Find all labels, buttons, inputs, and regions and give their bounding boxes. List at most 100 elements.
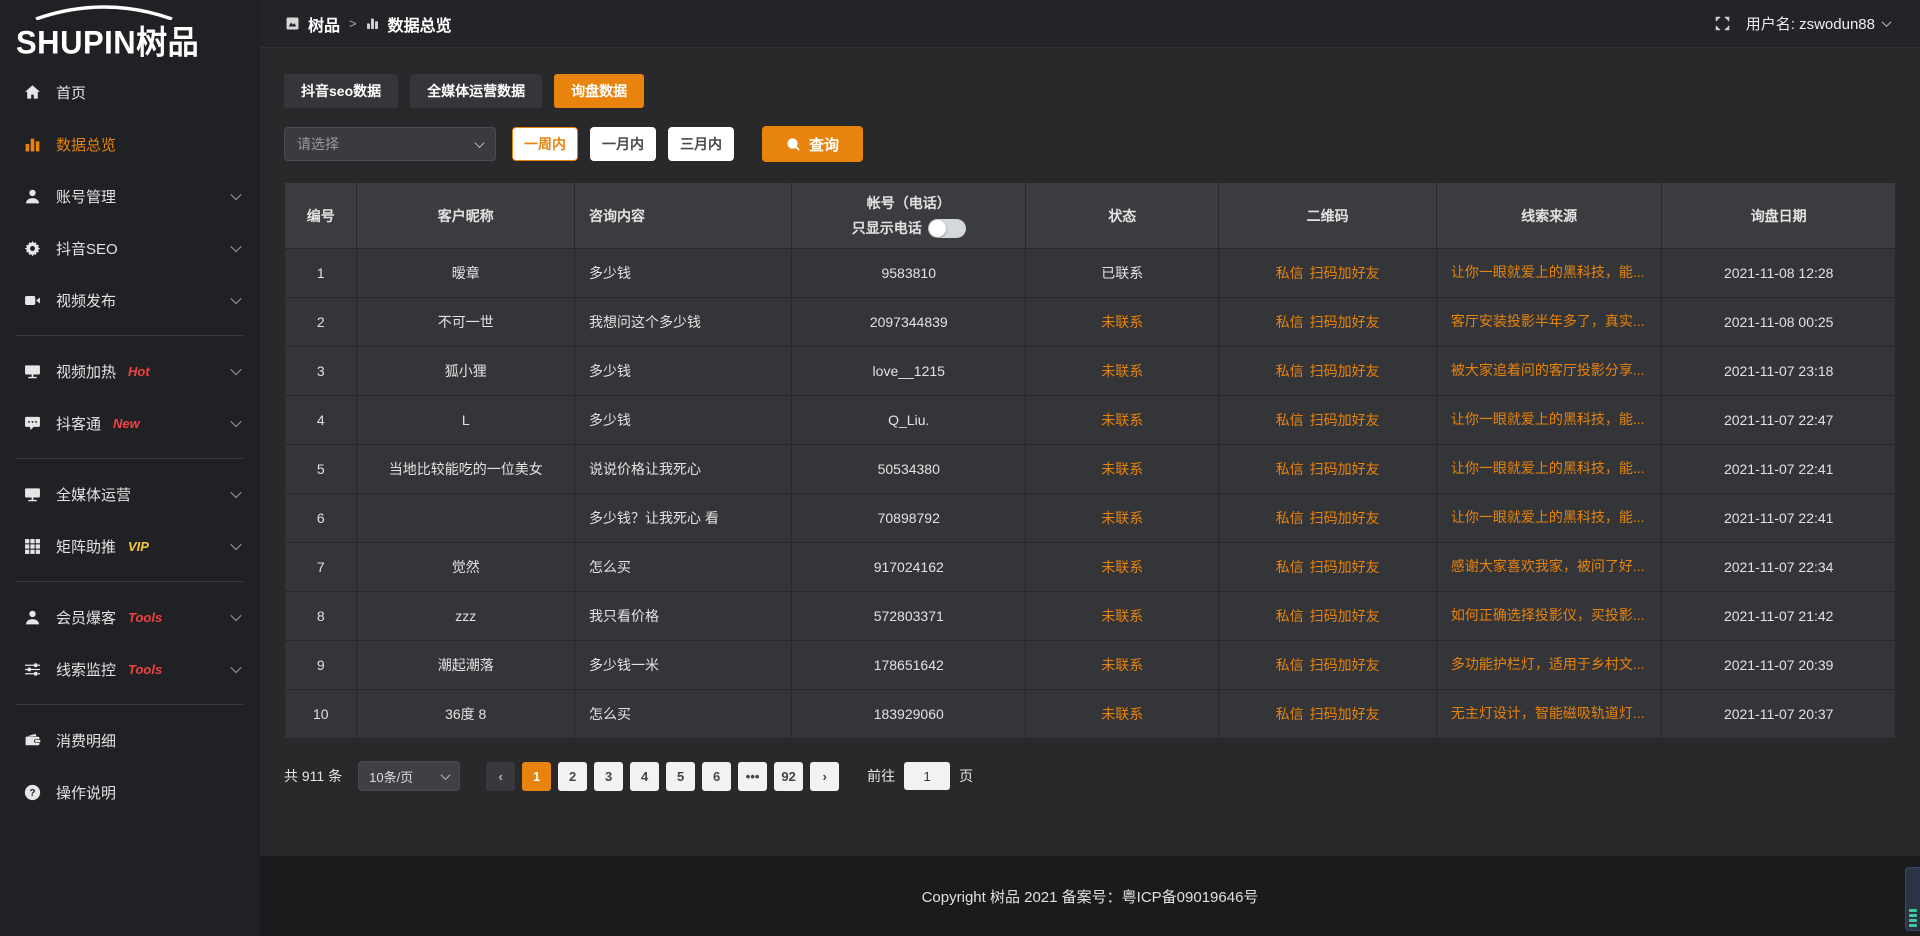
- qr-link[interactable]: 扫码加好友: [1310, 461, 1380, 477]
- column-header: 询盘日期: [1662, 183, 1896, 249]
- sidebar-item-account-management[interactable]: 账号管理: [0, 170, 260, 222]
- sidebar-item-douyin-seo[interactable]: 抖音SEO: [0, 222, 260, 274]
- qr-link[interactable]: 私信: [1276, 363, 1304, 379]
- qr-link[interactable]: 私信: [1276, 510, 1304, 526]
- source-link[interactable]: 让你一眼就爱上的黑科技，能...: [1451, 507, 1645, 527]
- page-button-92[interactable]: 92: [774, 762, 803, 791]
- sidebar-item-consumption-detail[interactable]: 消费明细: [0, 714, 260, 766]
- qr-link[interactable]: 扫码加好友: [1310, 314, 1380, 330]
- cell-status: 未联系: [1026, 641, 1219, 690]
- sidebar-item-lead-monitor[interactable]: 线索监控Tools: [0, 643, 260, 695]
- goto-page-input[interactable]: [904, 762, 950, 790]
- source-link[interactable]: 多功能护栏灯，适用于乡村文...: [1451, 654, 1645, 674]
- fullscreen-icon[interactable]: [1715, 16, 1730, 31]
- sidebar-item-media-operation[interactable]: 全媒体运营: [0, 468, 260, 520]
- qr-link[interactable]: 扫码加好友: [1310, 363, 1380, 379]
- source-link[interactable]: 让你一眼就爱上的黑科技，能...: [1451, 262, 1645, 282]
- sidebar-item-matrix-boost[interactable]: 矩阵助推VIP: [0, 520, 260, 572]
- cell-id: 2: [285, 298, 357, 347]
- page-button-3[interactable]: 3: [594, 762, 623, 791]
- qr-link[interactable]: 扫码加好友: [1310, 412, 1380, 428]
- qr-link[interactable]: 扫码加好友: [1310, 265, 1380, 281]
- cell-account: 70898792: [792, 494, 1026, 543]
- sidebar-item-operation-guide[interactable]: ?操作说明: [0, 766, 260, 818]
- cell-status: 未联系: [1026, 347, 1219, 396]
- cell-status: 未联系: [1026, 298, 1219, 347]
- table-row: 8zzz我只看价格572803371未联系私信扫码加好友如何正确选择投影仪，买投…: [285, 592, 1896, 641]
- tab-douyin-seo-data[interactable]: 抖音seo数据: [284, 74, 398, 108]
- cell-nickname: 当地比较能吃的一位美女: [357, 445, 574, 494]
- cell-id: 7: [285, 543, 357, 592]
- page-button-6[interactable]: 6: [702, 762, 731, 791]
- qr-link[interactable]: 扫码加好友: [1310, 559, 1380, 575]
- page-size-select[interactable]: 10条/页: [358, 761, 460, 791]
- column-header: 二维码: [1219, 183, 1436, 249]
- source-link[interactable]: 被大家追着问的客厅投影分享...: [1451, 360, 1645, 380]
- main-column: 树品 > 数据总览 用户名: zswodun88 抖音seo数据全媒体运营数据询…: [260, 0, 1920, 936]
- qr-link[interactable]: 私信: [1276, 608, 1304, 624]
- qr-link[interactable]: 私信: [1276, 657, 1304, 673]
- page-button-1[interactable]: 1: [522, 762, 551, 791]
- tab-media-operation-data[interactable]: 全媒体运营数据: [410, 74, 542, 108]
- search-button[interactable]: 查询: [762, 126, 863, 162]
- breadcrumb: 树品 > 数据总览: [286, 12, 452, 36]
- source-link[interactable]: 无主灯设计，智能磁吸轨道灯...: [1451, 703, 1645, 723]
- heat-icon: [24, 363, 41, 380]
- sidebar-item-label: 矩阵助推: [56, 536, 116, 557]
- cell-qr: 私信扫码加好友: [1219, 298, 1436, 347]
- qr-link[interactable]: 扫码加好友: [1310, 657, 1380, 673]
- member-icon: [24, 609, 41, 626]
- prev-page-button[interactable]: ‹: [486, 762, 515, 791]
- qr-link[interactable]: 私信: [1276, 265, 1304, 281]
- grid-icon: [24, 538, 41, 555]
- cell-status: 未联系: [1026, 690, 1219, 739]
- sidebar-item-video-publish[interactable]: 视频发布: [0, 274, 260, 326]
- svg-text:?: ?: [29, 788, 35, 799]
- page-button-5[interactable]: 5: [666, 762, 695, 791]
- cell-date: 2021-11-07 22:47: [1662, 396, 1896, 445]
- source-link[interactable]: 让你一眼就爱上的黑科技，能...: [1451, 409, 1645, 429]
- sidebar-item-doukeitong[interactable]: 抖客通New: [0, 397, 260, 449]
- sidebar-item-member-burst[interactable]: 会员爆客Tools: [0, 591, 260, 643]
- cell-status: 已联系: [1026, 249, 1219, 298]
- page-button-4[interactable]: 4: [630, 762, 659, 791]
- qr-link[interactable]: 私信: [1276, 559, 1304, 575]
- status-badge: 未联系: [1101, 510, 1143, 526]
- breadcrumb-item-root[interactable]: 树品: [308, 12, 340, 36]
- cell-account: 572803371: [792, 592, 1026, 641]
- next-page-button[interactable]: ›: [810, 762, 839, 791]
- filter-select[interactable]: 请选择: [284, 127, 496, 161]
- source-link[interactable]: 客厅安装投影半年多了，真实...: [1451, 311, 1645, 331]
- floating-widget[interactable]: [1905, 867, 1920, 931]
- source-link[interactable]: 让你一眼就爱上的黑科技，能...: [1451, 458, 1645, 478]
- sidebar-item-video-heat[interactable]: 视频加热Hot: [0, 345, 260, 397]
- page-button-2[interactable]: 2: [558, 762, 587, 791]
- gear-icon: [24, 240, 41, 257]
- source-link[interactable]: 如何正确选择投影仪，买投影...: [1451, 605, 1645, 625]
- range-button-1[interactable]: 一月内: [590, 127, 656, 161]
- qr-link[interactable]: 扫码加好友: [1310, 608, 1380, 624]
- chevron-down-icon: [230, 539, 241, 550]
- source-link[interactable]: 感谢大家喜欢我家，被问了好...: [1451, 556, 1645, 576]
- cell-qr: 私信扫码加好友: [1219, 543, 1436, 592]
- cell-source: 被大家追着问的客厅投影分享...: [1436, 347, 1662, 396]
- table-row: 2不可一世我想问这个多少钱2097344839未联系私信扫码加好友客厅安装投影半…: [285, 298, 1896, 347]
- page-buttons: ‹123456•••92›: [486, 762, 839, 791]
- search-icon: [786, 137, 801, 152]
- range-button-2[interactable]: 三月内: [668, 127, 734, 161]
- qr-link[interactable]: 扫码加好友: [1310, 706, 1380, 722]
- more-pages-button[interactable]: •••: [738, 762, 767, 791]
- sidebar-item-data-overview[interactable]: 数据总览: [0, 118, 260, 170]
- breadcrumb-app-icon: [286, 17, 299, 30]
- qr-link[interactable]: 私信: [1276, 412, 1304, 428]
- qr-link[interactable]: 私信: [1276, 314, 1304, 330]
- qr-link[interactable]: 私信: [1276, 706, 1304, 722]
- qr-link[interactable]: 扫码加好友: [1310, 510, 1380, 526]
- range-button-0[interactable]: 一周内: [512, 127, 578, 161]
- user-menu[interactable]: 用户名: zswodun88: [1746, 13, 1890, 34]
- qr-link[interactable]: 私信: [1276, 461, 1304, 477]
- cell-account: Q_Liu.: [792, 396, 1026, 445]
- sidebar-item-home[interactable]: 首页: [0, 66, 260, 118]
- phone-only-toggle[interactable]: [928, 219, 966, 238]
- tab-inquiry-data[interactable]: 询盘数据: [554, 74, 644, 108]
